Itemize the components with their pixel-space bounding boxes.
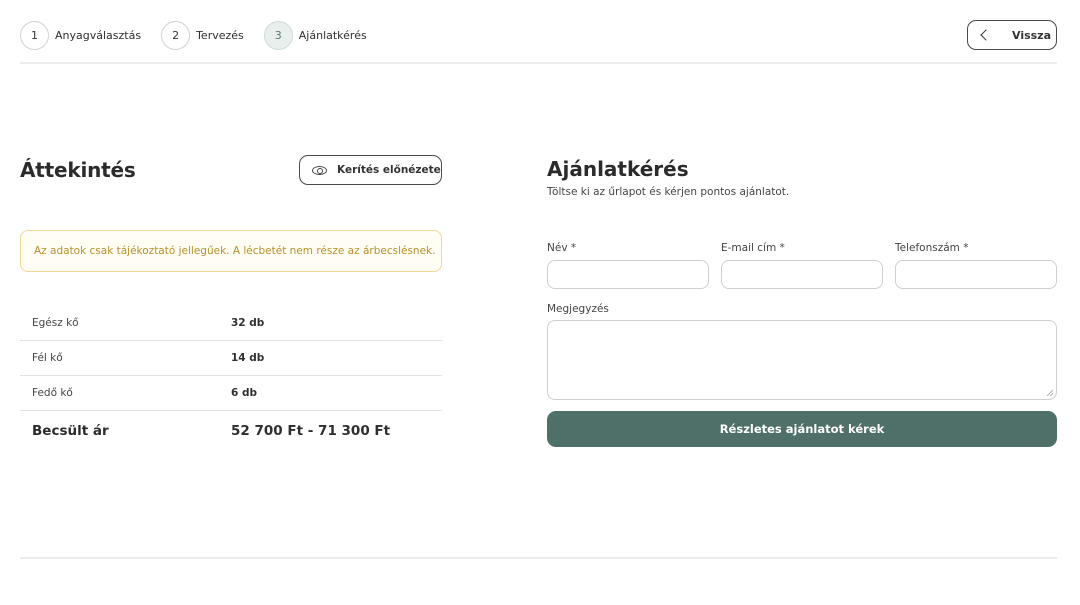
row-value: 32 db — [231, 317, 265, 329]
submit-quote-button[interactable]: Részletes ajánlatot kérek — [547, 411, 1057, 447]
table-row: Fedő kő 6 db — [20, 376, 442, 411]
phone-input[interactable] — [895, 260, 1057, 289]
row-label: Egész kő — [32, 317, 79, 329]
estimated-price-row: Becsült ár 52 700 Ft - 71 300 Ft — [20, 411, 442, 451]
quote-title: Ajánlatkérés — [547, 157, 689, 181]
overview-title: Áttekintés — [20, 158, 136, 182]
row-label: Fél kő — [32, 352, 63, 364]
row-label: Fedő kő — [32, 387, 73, 399]
estimated-price-value: 52 700 Ft - 71 300 Ft — [231, 423, 391, 439]
footer-divider — [20, 557, 1057, 559]
phone-label: Telefonszám * — [895, 242, 969, 254]
resize-handle-icon[interactable] — [1047, 390, 1053, 396]
name-label: Név * — [547, 242, 577, 254]
note-label: Megjegyzés — [547, 303, 609, 315]
step-3[interactable]: 3 Ajánlatkérés — [263, 21, 367, 50]
info-notice: Az adatok csak tájékoztató jellegűek. A … — [20, 230, 442, 272]
step-2[interactable]: 2 Tervezés — [161, 21, 244, 50]
summary-table: Egész kő 32 db Fél kő 14 db Fedő kő 6 db… — [20, 306, 442, 451]
back-button[interactable]: Vissza — [967, 20, 1057, 50]
row-value: 6 db — [231, 387, 257, 399]
header-divider — [20, 62, 1057, 64]
step-2-label: Tervezés — [196, 29, 244, 42]
row-value: 14 db — [231, 352, 265, 364]
step-1-label: Anyagválasztás — [55, 29, 142, 42]
step-3-label: Ajánlatkérés — [298, 29, 367, 42]
fence-preview-button[interactable]: Kerítés előnézete — [299, 155, 442, 185]
step-3-number: 3 — [263, 21, 293, 50]
step-1-number: 1 — [20, 21, 49, 50]
fence-preview-label: Kerítés előnézete — [337, 164, 441, 176]
back-button-label: Vissza — [1012, 28, 1052, 42]
table-row: Fél kő 14 db — [20, 341, 442, 376]
name-input[interactable] — [547, 260, 709, 289]
eye-icon — [312, 165, 327, 175]
step-2-number: 2 — [161, 21, 191, 50]
step-1[interactable]: 1 Anyagválasztás — [20, 21, 141, 50]
estimated-price-label: Becsült ár — [32, 423, 109, 439]
email-input[interactable] — [721, 260, 883, 289]
stepper: 1 Anyagválasztás 2 Tervezés 3 Ajánlatkér… — [20, 21, 387, 50]
table-row: Egész kő 32 db — [20, 306, 442, 341]
note-textarea[interactable] — [547, 320, 1057, 400]
email-label: E-mail cím * — [721, 242, 785, 254]
header: 1 Anyagválasztás 2 Tervezés 3 Ajánlatkér… — [20, 20, 1057, 52]
quote-subtitle: Töltse ki az űrlapot és kérjen pontos aj… — [547, 186, 790, 198]
chevron-left-icon — [980, 29, 992, 41]
